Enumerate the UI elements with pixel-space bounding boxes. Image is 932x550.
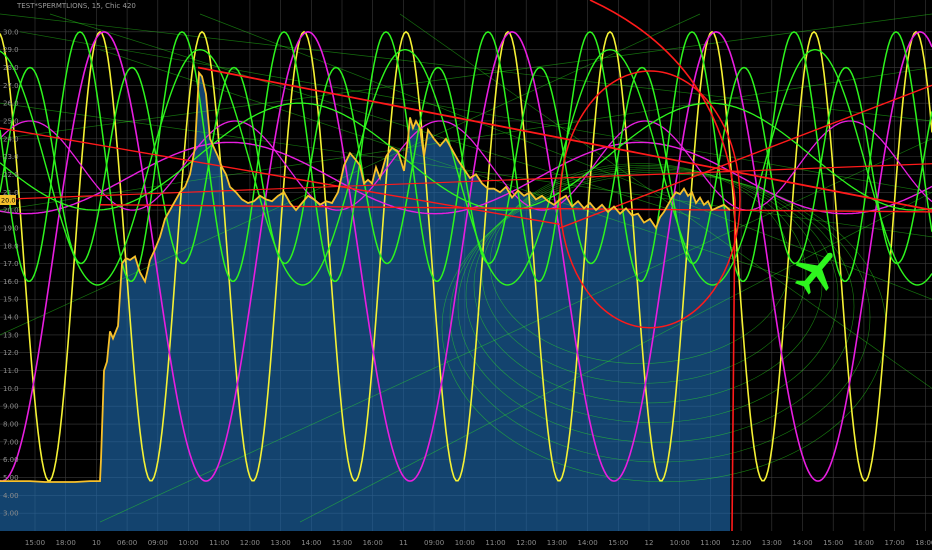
- y-tick-label: 29.0: [3, 46, 19, 54]
- y-tick-label: 26.0: [3, 100, 19, 108]
- x-tick-label: 13:00: [271, 539, 291, 547]
- y-tick-label: 9.00: [3, 403, 19, 411]
- x-tick-label: 09:00: [424, 539, 444, 547]
- x-tick-label: 11:00: [700, 539, 720, 547]
- symbol-label: TEST*SPERMTLIONS, 15, Chic 420: [16, 2, 136, 10]
- y-tick-label: 7.00: [3, 438, 19, 446]
- x-tick-label: 14:00: [301, 539, 321, 547]
- y-tick-label: 17.0: [3, 260, 19, 268]
- y-tick-label: 16.0: [3, 278, 19, 286]
- y-tick-label: 22.0: [3, 171, 19, 179]
- x-tick-label: 10:00: [178, 539, 198, 547]
- x-tick-label: 11:00: [209, 539, 229, 547]
- x-tick-label: 10:00: [455, 539, 475, 547]
- x-tick-label: 11: [399, 539, 408, 547]
- y-tick-label: 20.0: [3, 207, 19, 215]
- y-tick-label: 5.00: [3, 474, 19, 482]
- x-tick-label: 12:00: [240, 539, 260, 547]
- x-tick-label: 17:00: [885, 539, 905, 547]
- y-tick-label: 19.0: [3, 224, 19, 232]
- x-tick-label: 18:00: [56, 539, 76, 547]
- x-tick-label: 06:00: [117, 539, 137, 547]
- y-tick-label: 11.0: [3, 367, 19, 375]
- x-tick-label: 16:00: [363, 539, 383, 547]
- y-tick-label: 12.0: [3, 349, 19, 357]
- x-tick-label: 13:00: [762, 539, 782, 547]
- current-price-value: 20.00: [1, 197, 20, 205]
- x-tick-label: 11:00: [485, 539, 505, 547]
- x-tick-label: 15:00: [823, 539, 843, 547]
- x-tick-label: 12:00: [516, 539, 536, 547]
- x-tick-label: 14:00: [792, 539, 812, 547]
- y-tick-label: 6.00: [3, 456, 19, 464]
- current-price-badge: 20.00: [0, 195, 20, 205]
- y-tick-label: 15.0: [3, 296, 19, 304]
- y-tick-label: 23.0: [3, 153, 19, 161]
- y-tick-label: 30.0: [3, 28, 19, 36]
- y-tick-label: 4.00: [3, 492, 19, 500]
- x-tick-label: 15:00: [608, 539, 628, 547]
- y-tick-label: 14.0: [3, 314, 19, 322]
- x-tick-label: 18:00: [915, 539, 932, 547]
- x-tick-label: 15:00: [25, 539, 45, 547]
- y-tick-label: 8.00: [3, 421, 19, 429]
- x-tick-label: 09:00: [148, 539, 168, 547]
- x-tick-label: 10:00: [670, 539, 690, 547]
- x-tick-label: 12: [645, 539, 654, 547]
- x-tick-label: 12:00: [731, 539, 751, 547]
- x-tick-label: 14:00: [578, 539, 598, 547]
- x-tick-label: 15:00: [332, 539, 352, 547]
- y-tick-label: 28.0: [3, 64, 19, 72]
- x-tick-label: 16:00: [854, 539, 874, 547]
- x-tick-label: 13:00: [547, 539, 567, 547]
- y-tick-label: 25.0: [3, 117, 19, 125]
- x-tick-label: 10: [92, 539, 101, 547]
- y-tick-label: 10.0: [3, 385, 19, 393]
- y-tick-label: 13.0: [3, 331, 19, 339]
- price-chart[interactable]: 30.029.028.027.026.025.024.023.022.021.0…: [0, 0, 932, 550]
- y-tick-label: 24.0: [3, 135, 19, 143]
- y-tick-label: 3.00: [3, 510, 19, 518]
- y-tick-label: 18.0: [3, 242, 19, 250]
- y-tick-label: 27.0: [3, 82, 19, 90]
